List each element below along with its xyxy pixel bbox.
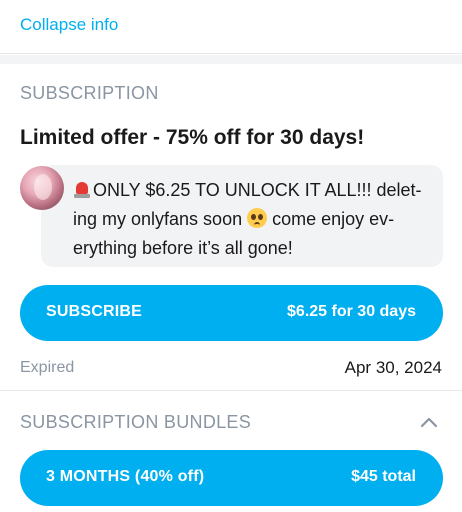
collapse-info-link[interactable]: Collapse info [20, 15, 118, 35]
police-car-light-emoji-icon [73, 181, 91, 198]
subscribe-button-label: SUBSCRIBE [46, 303, 143, 320]
pleading-face-emoji-icon [247, 208, 268, 228]
expired-date: Apr 30, 2024 [344, 358, 442, 377]
offer-title: Limited offer - 75% off for 30 days! [20, 126, 365, 149]
promo-message-text: ONLY $6.25 TO UNLOCK IT ALL!!! delet-ing… [73, 176, 429, 263]
creator-avatar[interactable] [20, 166, 64, 210]
subscribe-button-price: $6.25 for 30 days [287, 303, 416, 320]
chevron-up-icon[interactable] [418, 412, 440, 432]
bundle-button-price: $45 total [351, 468, 416, 485]
subscribe-button[interactable]: SUBSCRIBE $6.25 for 30 days [20, 285, 443, 341]
divider [0, 390, 462, 391]
bundle-button-3-months[interactable]: 3 MONTHS (40% off) $45 total [20, 450, 443, 506]
bundle-button-label: 3 MONTHS (40% off) [46, 468, 205, 485]
subscription-card: SUBSCRIPTION Limited offer - 75% off for… [0, 64, 462, 512]
subscription-section-title: SUBSCRIPTION [20, 83, 159, 103]
expired-label: Expired [20, 359, 75, 376]
section-separator [0, 55, 462, 64]
promo-message-bubble: ONLY $6.25 TO UNLOCK IT ALL!!! delet-ing… [41, 165, 443, 267]
info-header: Collapse info [0, 0, 462, 54]
bundles-section-title: SUBSCRIPTION BUNDLES [20, 412, 252, 432]
